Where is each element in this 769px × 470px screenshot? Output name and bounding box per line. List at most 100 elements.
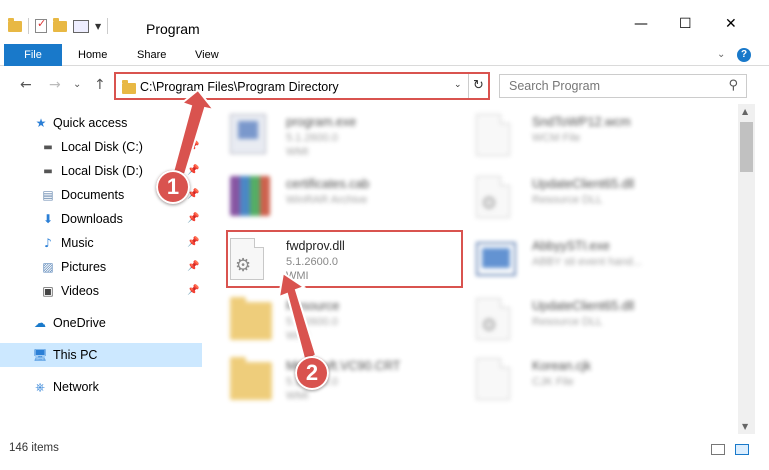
address-path[interactable]: C:\Program Files\Program Directory [140, 80, 339, 94]
file-icon [476, 114, 518, 158]
folder-icon[interactable] [8, 17, 22, 32]
file-description: ABBY sti event hand... [532, 256, 642, 268]
file-item[interactable]: ⚙ UpdateClient65.dll Resource DLL [466, 168, 706, 228]
file-type: WinRAR Archive [286, 194, 368, 206]
sidebar-item-label: OneDrive [53, 316, 106, 330]
refresh-icon[interactable]: ↻ [468, 74, 488, 98]
file-item[interactable]: Microsoft.VC90.CRT 5.1.2600.0 WMI [220, 350, 460, 410]
pin-icon[interactable]: 📌 [187, 165, 199, 176]
pin-icon[interactable]: 📌 [187, 141, 199, 152]
details-view-icon[interactable] [711, 444, 725, 455]
vertical-scrollbar[interactable]: ▲ ▼ [738, 104, 755, 434]
file-item[interactable]: ⚙ UpdateClient65.dll Resource DLL [466, 290, 706, 350]
file-name: program.exe [286, 115, 357, 129]
maximize-button[interactable]: ☐ [679, 16, 692, 32]
sidebar-item-music[interactable]: ♪ Music 📌 [0, 231, 202, 255]
file-type: Resource DLL [532, 194, 603, 206]
sidebar-item-label: Network [53, 380, 99, 394]
search-icon[interactable]: ⚲ [728, 78, 738, 93]
file-version: 5.1.2600.0 [286, 132, 338, 144]
scroll-up-icon[interactable]: ▲ [742, 107, 748, 116]
pin-icon[interactable]: 📌 [187, 261, 199, 272]
file-item[interactable]: SndToWP12.wcm WCM File [466, 106, 706, 166]
download-icon: ⬇ [42, 212, 54, 226]
close-button[interactable]: ✕ [725, 16, 737, 32]
drive-icon: ▬ [43, 141, 53, 153]
expand-ribbon-icon[interactable]: ⌄ [717, 49, 725, 60]
file-type: WCM File [532, 132, 581, 144]
pin-icon[interactable]: 📌 [187, 213, 199, 224]
separator [107, 18, 109, 34]
large-icons-view-icon[interactable] [735, 444, 749, 455]
recent-locations-button[interactable]: ⌄ [73, 79, 81, 90]
tab-file[interactable]: File [4, 44, 62, 66]
ribbon-tabs: File Home Share View ⌄ ? [0, 44, 769, 66]
pictures-icon: ▨ [42, 260, 54, 274]
customize-icon[interactable] [73, 19, 89, 33]
file-name: SndToWP12.wcm [532, 115, 631, 129]
separator [28, 18, 29, 34]
folder-icon [230, 297, 272, 342]
sidebar-item-label: Quick access [53, 116, 128, 130]
chevron-down-icon[interactable]: ▼ [95, 22, 101, 31]
sidebar-item-onedrive[interactable]: ☁ OneDrive [0, 311, 202, 335]
sidebar-item-label: Local Disk (D:) [61, 164, 143, 178]
winrar-archive-icon [230, 176, 272, 220]
tab-view[interactable]: View [195, 44, 219, 66]
sidebar-item-pictures[interactable]: ▨ Pictures 📌 [0, 255, 202, 279]
sidebar-item-label: Videos [61, 284, 99, 298]
file-icon [476, 358, 518, 402]
pin-icon[interactable]: 📌 [187, 237, 199, 248]
file-item[interactable]: program.exe 5.1.2600.0 WMI [220, 106, 460, 166]
cloud-icon: ☁ [34, 316, 46, 330]
drive-icon: ▬ [43, 165, 53, 177]
file-item[interactable]: certificates.cab WinRAR Archive [220, 168, 460, 228]
sidebar-item-label: This PC [53, 348, 98, 362]
file-item[interactable]: AbbyySTI.exe ABBY sti event hand... [466, 230, 706, 290]
file-highlight-box [226, 230, 463, 288]
sidebar-item-label: Music [61, 236, 94, 250]
search-input[interactable]: Search Program ⚲ [499, 74, 747, 98]
file-name: AbbyySTI.exe [532, 239, 610, 253]
sidebar-item-label: Pictures [61, 260, 107, 274]
sidebar-item-this-pc[interactable]: 🖥 This PC [0, 343, 202, 367]
sidebar-item-downloads[interactable]: ⬇ Downloads 📌 [0, 207, 202, 231]
status-bar: 146 items [0, 438, 769, 460]
sidebar-item-videos[interactable]: ▣ Videos 📌 [0, 279, 202, 303]
file-name: UpdateClient65.dll [532, 299, 635, 313]
folder-icon [122, 80, 136, 94]
sidebar-item-quick-access[interactable]: ★ Quick access [0, 111, 202, 135]
step-marker-2: 2 [295, 356, 329, 390]
network-icon: ⎈ [35, 379, 45, 394]
scroll-thumb[interactable] [740, 122, 753, 172]
item-count: 146 items [9, 442, 59, 454]
dll-file-icon: ⚙ [476, 298, 518, 342]
help-icon[interactable]: ? [737, 48, 751, 62]
search-placeholder: Search Program [509, 79, 601, 93]
videos-icon: ▣ [42, 284, 54, 298]
sidebar-item-label: Downloads [61, 212, 123, 226]
up-button[interactable]: ↑ [94, 77, 106, 93]
scroll-down-icon[interactable]: ▼ [742, 422, 748, 431]
file-item[interactable]: Korean.cjk CJK File [466, 350, 706, 410]
file-version: 5.1.2600.0 [286, 316, 338, 328]
new-folder-icon[interactable] [53, 17, 67, 32]
tab-share[interactable]: Share [137, 44, 166, 66]
minimize-button[interactable]: — [634, 16, 648, 32]
back-button[interactable]: ← [20, 77, 32, 93]
dll-file-icon: ⚙ [476, 176, 518, 220]
file-description: WMI [286, 390, 309, 402]
step-marker-1: 1 [156, 170, 190, 204]
sidebar-item-network[interactable]: ⎈ Network [0, 375, 202, 399]
sidebar-item-local-disk-c[interactable]: ▬ Local Disk (C:) 📌 [0, 135, 202, 159]
address-bar[interactable]: C:\Program Files\Program Directory ⌄ ↻ [114, 72, 490, 100]
properties-check-icon[interactable] [35, 17, 47, 33]
file-item[interactable]: Resource 5.1.2600.0 WMI [220, 290, 460, 350]
pin-icon[interactable]: 📌 [187, 285, 199, 296]
navigation-bar: ← → ⌄ ↑ C:\Program Files\Program Directo… [0, 70, 769, 102]
forward-button[interactable]: → [49, 77, 61, 93]
star-icon: ★ [35, 116, 47, 130]
tab-home[interactable]: Home [78, 44, 107, 66]
navigation-pane: ★ Quick access ▬ Local Disk (C:) 📌 ▬ Loc… [0, 108, 205, 434]
address-dropdown-icon[interactable]: ⌄ [454, 80, 462, 90]
